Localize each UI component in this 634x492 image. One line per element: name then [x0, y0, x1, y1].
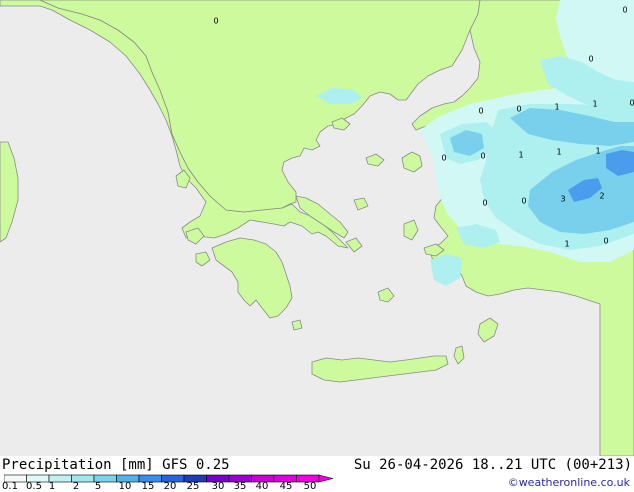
grid-value-label: 0	[480, 152, 485, 161]
legend-tick-label: 20	[163, 481, 177, 492]
grid-value-label: 1	[595, 147, 600, 156]
legend-tick-label: 25	[186, 481, 200, 492]
map-canvas: 0 0 0 0 0 1 1 0 0 0 1 1 1 0 0 3 2 1 0	[0, 0, 634, 457]
grid-value-label: 0	[521, 197, 526, 206]
grid-value-label: 1	[554, 103, 559, 112]
legend-tick-label: 1	[48, 481, 56, 492]
legend-tick-label: 15	[141, 481, 155, 492]
grid-value-label: 0	[588, 55, 593, 64]
legend-tick-label: 0.1	[2, 481, 18, 492]
grid-value-label: 0	[629, 99, 634, 108]
chart-title: Precipitation [mm] GFS 0.25	[2, 457, 230, 473]
legend-tick-label: 5	[94, 481, 102, 492]
legend-tick-label: 50	[303, 481, 317, 492]
grid-value-label: 1	[518, 151, 523, 160]
legend-tick-label: 35	[233, 481, 247, 492]
grid-value-label: 0	[441, 154, 446, 163]
grid-value-label: 0	[213, 17, 218, 26]
grid-value-label: 3	[560, 195, 565, 204]
credit-link[interactable]: ©weatheronline.co.uk	[508, 476, 630, 489]
grid-value-label: 0	[482, 199, 487, 208]
precipitation-map: 0 0 0 0 0 1 1 0 0 0 1 1 1 0 0 3 2 1 0	[0, 0, 634, 457]
grid-value-label: 0	[603, 237, 608, 246]
legend-tick-label: 45	[279, 481, 293, 492]
grid-value-label: 2	[599, 192, 604, 201]
land-kythira	[291, 319, 303, 331]
run-info: Su 26-04-2026 18..21 UTC (00+213)	[353, 457, 632, 473]
legend-tick-label: 0.5	[26, 481, 42, 492]
legend-tick-label: 40	[255, 481, 269, 492]
grid-value-label: 1	[592, 100, 597, 109]
legend-tick-label: 10	[118, 481, 132, 492]
legend-tick-label: 30	[211, 481, 225, 492]
grid-value-label: 0	[516, 105, 521, 114]
legend-tick-label: 2	[72, 481, 80, 492]
grid-value-label: 1	[564, 240, 569, 249]
grid-value-label: 1	[556, 148, 561, 157]
grid-value-label: 0	[622, 6, 627, 15]
grid-value-label: 0	[478, 107, 483, 116]
